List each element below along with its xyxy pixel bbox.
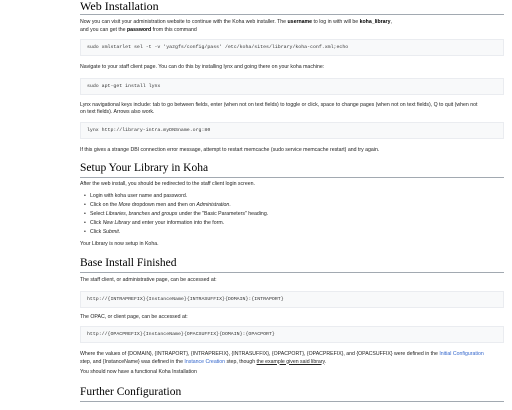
paragraph: If this gives a strange DBI connection e… bbox=[80, 146, 380, 153]
text: to log in with will be bbox=[312, 19, 360, 25]
text-italic: More bbox=[118, 201, 131, 208]
text: . bbox=[118, 228, 121, 235]
text: and enter your information into the form… bbox=[130, 219, 225, 226]
text-bold: koha_library bbox=[359, 19, 391, 25]
list-item: Click on the More dropdown men and then … bbox=[84, 201, 504, 210]
link-instance-creation[interactable]: Instance Creation bbox=[184, 359, 225, 365]
text: Login with koha user name and password. bbox=[90, 192, 188, 199]
list-item: Select Libraries, branches and groups un… bbox=[84, 210, 504, 219]
text: step, though bbox=[225, 358, 257, 365]
text: . bbox=[324, 358, 327, 365]
article-content: Web Installation Now you can visit your … bbox=[80, 0, 504, 402]
code-block-opac-url[interactable]: http://{OPACPREFIX}{InstanceName}{OPACSU… bbox=[80, 326, 504, 343]
text: step, and {InstanceName} was defined in … bbox=[80, 358, 185, 365]
text: from this command bbox=[151, 26, 197, 33]
text: Click bbox=[90, 219, 103, 226]
text-bold: password bbox=[127, 26, 152, 33]
list-item: Click New Library and enter your informa… bbox=[84, 219, 504, 228]
text: Now you can visit your administration we… bbox=[80, 19, 288, 25]
text: Select bbox=[90, 210, 106, 217]
code-block-install-lynx[interactable]: sudo apt-get install lynx bbox=[80, 77, 504, 95]
paragraph: Navigate to your staff client page. You … bbox=[80, 64, 325, 70]
text: and you can get the bbox=[80, 26, 128, 33]
list-item: Click Submit. bbox=[84, 228, 504, 237]
heading-further-configuration: Further Configuration bbox=[80, 386, 504, 402]
text-italic: New Library bbox=[102, 219, 131, 226]
text: , bbox=[390, 19, 392, 25]
paragraph: After the web install, you should be red… bbox=[80, 181, 255, 187]
text: Click on the bbox=[90, 201, 119, 208]
paragraph: Lynx navigational keys include: tab to g… bbox=[80, 101, 478, 116]
page: Web Installation Now you can visit your … bbox=[0, 0, 512, 410]
heading-base-install-finished: Base Install Finished bbox=[80, 257, 504, 273]
text: dropdown men and then on bbox=[130, 201, 197, 208]
paragraph: Where the values of {DOMAIN}, {INTRAPORT… bbox=[80, 351, 490, 366]
text: Click bbox=[90, 228, 103, 235]
text-italic: Libraries, branches and groups bbox=[105, 210, 178, 217]
text: under the "Basic Parameters" heading. bbox=[177, 210, 269, 217]
heading-web-installation: Web Installation bbox=[80, 0, 504, 15]
text: Where the values of {DOMAIN}, {INTRAPORT… bbox=[80, 351, 440, 357]
paragraph: The staff client, or administrative page… bbox=[80, 277, 217, 283]
paragraph: and you can get the password from this c… bbox=[80, 27, 504, 35]
code-block-password[interactable]: sudo xmlstarlet sel -t -v 'yazgfs/config… bbox=[80, 39, 504, 56]
paragraph: Now you can visit your administration we… bbox=[80, 19, 504, 27]
paragraph: The OPAC, or client page, can be accesse… bbox=[80, 313, 188, 320]
text: . bbox=[229, 201, 231, 208]
paragraph: Your Library is now setup in Koha. bbox=[80, 240, 159, 247]
code-block-lynx-url[interactable]: lynx http://library-intra.myDNSname.org:… bbox=[80, 121, 504, 139]
text-bold: username bbox=[287, 19, 313, 25]
paragraph: You should now have a functional Koha In… bbox=[80, 369, 197, 375]
setup-steps-list: Login with koha user name and password. … bbox=[80, 192, 504, 237]
text-italic: Administration bbox=[196, 201, 230, 208]
code-block-staff-url[interactable]: http://{INTRAPREFIX}{InstanceName}{INTRA… bbox=[80, 290, 504, 308]
link-example-library[interactable]: the example given said library bbox=[257, 359, 325, 365]
text-italic: Submit bbox=[102, 228, 119, 235]
list-item: Login with koha user name and password. bbox=[84, 192, 504, 201]
heading-setup-library: Setup Your Library in Koha bbox=[80, 162, 504, 178]
link-initial-configuration[interactable]: Initial Configuration bbox=[439, 351, 483, 357]
